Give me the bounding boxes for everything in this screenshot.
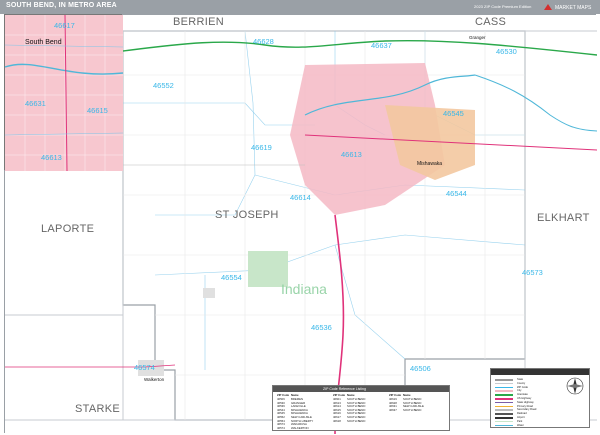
legend-label: Interstate	[517, 393, 528, 397]
zip-label: 46614	[290, 193, 311, 202]
legend-swatch	[495, 390, 513, 392]
zip-label: 46615	[87, 106, 108, 115]
zip-label: 46631	[25, 99, 46, 108]
zip-label: 46628	[253, 37, 274, 46]
city-label-walkerton: Walkerton	[144, 377, 165, 382]
legend-swatch	[495, 409, 513, 411]
county-label-elkhart: ELKHART	[537, 212, 590, 224]
county-label-laporte: LAPORTE	[41, 223, 95, 235]
legend-swatch	[495, 379, 513, 381]
title-bar: SOUTH BEND, IN METRO AREA 2023 ZIP Code …	[0, 0, 600, 14]
legend-swatch	[495, 382, 513, 385]
legend-label: Park	[517, 419, 523, 423]
legend-swatch	[495, 401, 513, 404]
zip-label: 46530	[496, 47, 517, 56]
zip-table-title: ZIP Code Reference Listing	[273, 386, 449, 392]
zip-label: 46536	[311, 323, 332, 332]
legend-label: City	[517, 389, 522, 393]
zip-table-title-text: ZIP Code Reference Listing	[323, 387, 366, 391]
zip-label: 46637	[371, 41, 392, 50]
inset-graphics	[4, 14, 124, 172]
legend-label: US Highway	[517, 397, 532, 400]
zip-label: 46619	[251, 143, 272, 152]
zip-table-cell: 46574	[277, 425, 285, 430]
legend-label: Railroad	[517, 412, 527, 416]
legend-label: Secondary Road	[517, 408, 537, 412]
zip-table-cell: 46637	[389, 407, 397, 412]
legend-swatch	[495, 394, 513, 396]
zip-label: 46613	[341, 150, 362, 159]
county-label-st-joseph: ST JOSEPH	[215, 209, 279, 221]
zip-label: 46613	[41, 153, 62, 162]
county-label-cass: CASS	[475, 16, 507, 28]
legend-swatch	[495, 413, 513, 415]
zip-label: 46617	[54, 21, 75, 30]
legend-label: County	[517, 381, 526, 385]
city-label-mishawaka: Mishawaka	[417, 161, 443, 167]
legend-swatch	[495, 417, 513, 419]
edition-label: 2023 ZIP Code Premium Edition	[474, 4, 532, 9]
publisher-logo: MARKET MAPS	[540, 2, 596, 12]
zip-table-cell: SOUTH BEND	[347, 418, 366, 423]
zip-table-cell: 46618	[333, 418, 341, 423]
legend-swatch	[495, 398, 513, 400]
city-label-south-bend: South Bend	[25, 39, 62, 46]
zip-label: 46552	[153, 81, 174, 90]
legend-swatch	[495, 420, 513, 423]
zip-label: 46574	[134, 363, 155, 372]
legend-label: State Highway	[517, 400, 534, 404]
map-page: SOUTH BEND, IN METRO AREA 2023 ZIP Code …	[0, 0, 600, 435]
city-label-granger: Granger	[469, 35, 486, 40]
town-north-liberty	[203, 288, 215, 298]
legend-label: Water	[517, 423, 524, 427]
zip-label: 46544	[446, 189, 467, 198]
zip-table-cell: SOUTH BEND	[403, 407, 422, 412]
zip-label: 46573	[522, 268, 543, 277]
publisher-logo-text: MARKET MAPS	[555, 5, 592, 11]
legend-label: State	[517, 378, 524, 381]
map-title: SOUTH BEND, IN METRO AREA	[6, 2, 117, 9]
county-label-berrien: BERRIEN	[173, 16, 224, 28]
zip-label: 46545	[443, 109, 464, 118]
legend-swatch	[495, 405, 513, 408]
inset-map-south-bend[interactable]: 46617 South Bend 46631 46615 46613	[4, 14, 124, 172]
zip-reference-table: ZIP Code Reference Listing ZIP Code Name Z…	[272, 385, 450, 431]
legend-swatch	[495, 386, 513, 389]
legend-swatch	[495, 424, 513, 427]
zip-label: 46554	[221, 273, 242, 282]
county-label-starke: STARKE	[75, 403, 120, 415]
legend-label: Airport	[517, 416, 525, 419]
state-label: Indiana	[281, 281, 327, 297]
legend-header	[491, 369, 589, 375]
zip-label: 46506	[410, 364, 431, 373]
zip-table-cell: WALKERTON	[291, 425, 309, 430]
compass-rose-icon	[566, 377, 584, 395]
